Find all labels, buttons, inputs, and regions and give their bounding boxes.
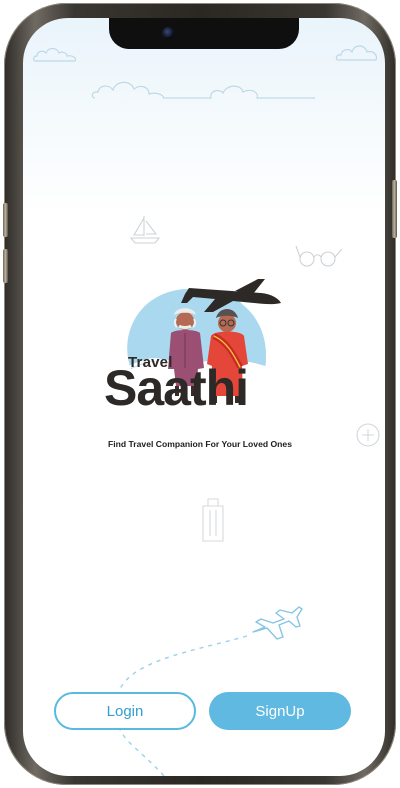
cloud-icon: [33, 47, 77, 62]
camera-icon: [162, 27, 174, 39]
phone-frame: Travel Saathi Find Travel Companion For …: [3, 3, 397, 785]
side-button-power: [392, 180, 397, 238]
login-button[interactable]: Login: [54, 692, 196, 730]
signup-button[interactable]: SignUp: [209, 692, 351, 730]
cloud-icon: [335, 45, 378, 61]
tagline: Find Travel Companion For Your Loved One…: [108, 439, 292, 449]
brand-large-text: Saathi: [104, 360, 249, 416]
travel-saathi-logo: Travel Saathi Find Travel Companion For …: [103, 263, 309, 449]
coin-icon: [356, 423, 380, 447]
notch: [109, 18, 299, 49]
luggage-icon: [202, 498, 224, 542]
cloud-icon: [91, 81, 315, 99]
side-button-volume-down: [3, 249, 8, 283]
app-screen: Travel Saathi Find Travel Companion For …: [23, 18, 385, 776]
side-button-volume-up: [3, 203, 8, 237]
sailboat-icon: [129, 216, 161, 244]
